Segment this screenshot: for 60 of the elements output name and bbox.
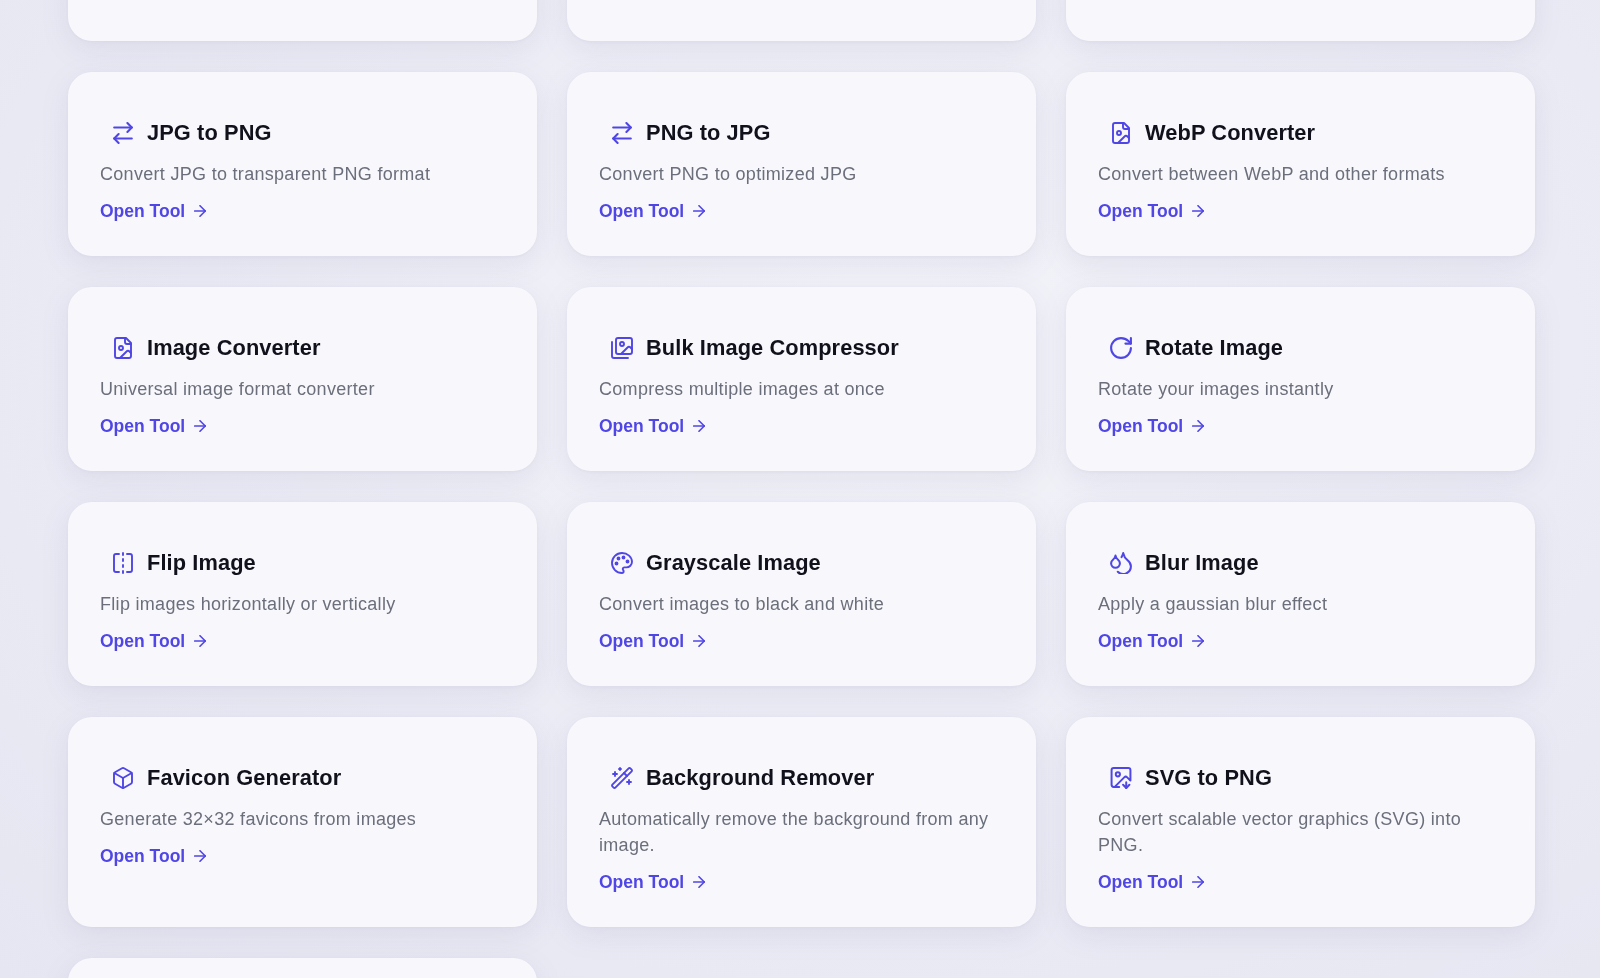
card-title: Background Remover — [646, 764, 875, 792]
card-title: Flip Image — [147, 549, 256, 577]
arrow-right-icon — [1192, 876, 1205, 888]
swap-arrows-icon — [611, 122, 633, 144]
card-title: WebP Converter — [1145, 119, 1316, 147]
card-title: Bulk Image Compressor — [646, 334, 899, 362]
droplets-icon — [1110, 552, 1132, 574]
card-description: Flip images horizontally or vertically — [100, 593, 396, 616]
arrow-right-icon — [693, 876, 706, 888]
card-title: Favicon Generator — [147, 764, 342, 792]
card-description: Convert PNG to optimized JPG — [599, 163, 857, 186]
open-tool-link[interactable]: Open Tool — [1098, 199, 1205, 223]
palette-icon — [611, 552, 633, 574]
open-tool-link[interactable]: Open Tool — [100, 414, 207, 438]
stacked-images-icon — [611, 337, 633, 359]
magic-wand-icon — [611, 767, 633, 789]
open-tool-link[interactable]: Open Tool — [1098, 414, 1205, 438]
arrow-right-icon — [194, 205, 207, 217]
swap-arrows-icon — [112, 122, 134, 144]
card-description: Apply a gaussian blur effect — [1098, 593, 1328, 616]
rotate-arrow-icon — [1110, 337, 1132, 359]
flip-icon — [112, 552, 134, 574]
open-tool-link[interactable]: Open Tool — [599, 629, 706, 653]
card-description: Rotate your images instantly — [1098, 378, 1334, 401]
card-title: Grayscale Image — [646, 549, 821, 577]
card-description: Universal image format converter — [100, 378, 375, 401]
image-file-icon — [112, 337, 134, 359]
arrow-right-icon — [194, 635, 207, 647]
open-tool-link[interactable]: Open Tool — [100, 199, 207, 223]
card-description: Convert JPG to transparent PNG format — [100, 163, 431, 186]
arrow-right-icon — [693, 635, 706, 647]
image-file-icon — [1110, 122, 1132, 144]
arrow-right-icon — [1192, 205, 1205, 217]
open-tool-link[interactable]: Open Tool — [1098, 629, 1205, 653]
open-tool-link[interactable]: Open Tool — [100, 629, 207, 653]
open-tool-link[interactable]: Open Tool — [100, 844, 207, 868]
card-title: PNG to JPG — [646, 119, 771, 147]
arrow-right-icon — [693, 205, 706, 217]
image-download-icon — [1110, 767, 1132, 789]
card-description: Convert images to black and white — [599, 593, 885, 616]
card-title: Rotate Image — [1145, 334, 1284, 362]
card-title: Image Converter — [147, 334, 321, 362]
card-description: Automatically remove the background from any image. — [599, 808, 990, 857]
card-title: SVG to PNG — [1145, 764, 1272, 792]
card-description: Convert between WebP and other formats — [1098, 163, 1445, 186]
open-tool-link[interactable]: Open Tool — [599, 414, 706, 438]
card-description: Convert scalable vector graphics (SVG) into PNG. — [1098, 808, 1463, 857]
card-title: Blur Image — [1145, 549, 1259, 577]
open-tool-link[interactable]: Open Tool — [599, 870, 706, 894]
arrow-right-icon — [194, 850, 207, 862]
open-tool-link[interactable]: Open Tool — [1098, 870, 1205, 894]
cube-icon — [112, 767, 134, 789]
arrow-right-icon — [194, 420, 207, 432]
card-title: JPG to PNG — [147, 119, 272, 147]
card-description: Generate 32×32 favicons from images — [100, 808, 417, 831]
card-description: Compress multiple images at once — [599, 378, 885, 401]
arrow-right-icon — [1192, 420, 1205, 432]
arrow-right-icon — [693, 420, 706, 432]
arrow-right-icon — [1192, 635, 1205, 647]
open-tool-link[interactable]: Open Tool — [599, 199, 706, 223]
